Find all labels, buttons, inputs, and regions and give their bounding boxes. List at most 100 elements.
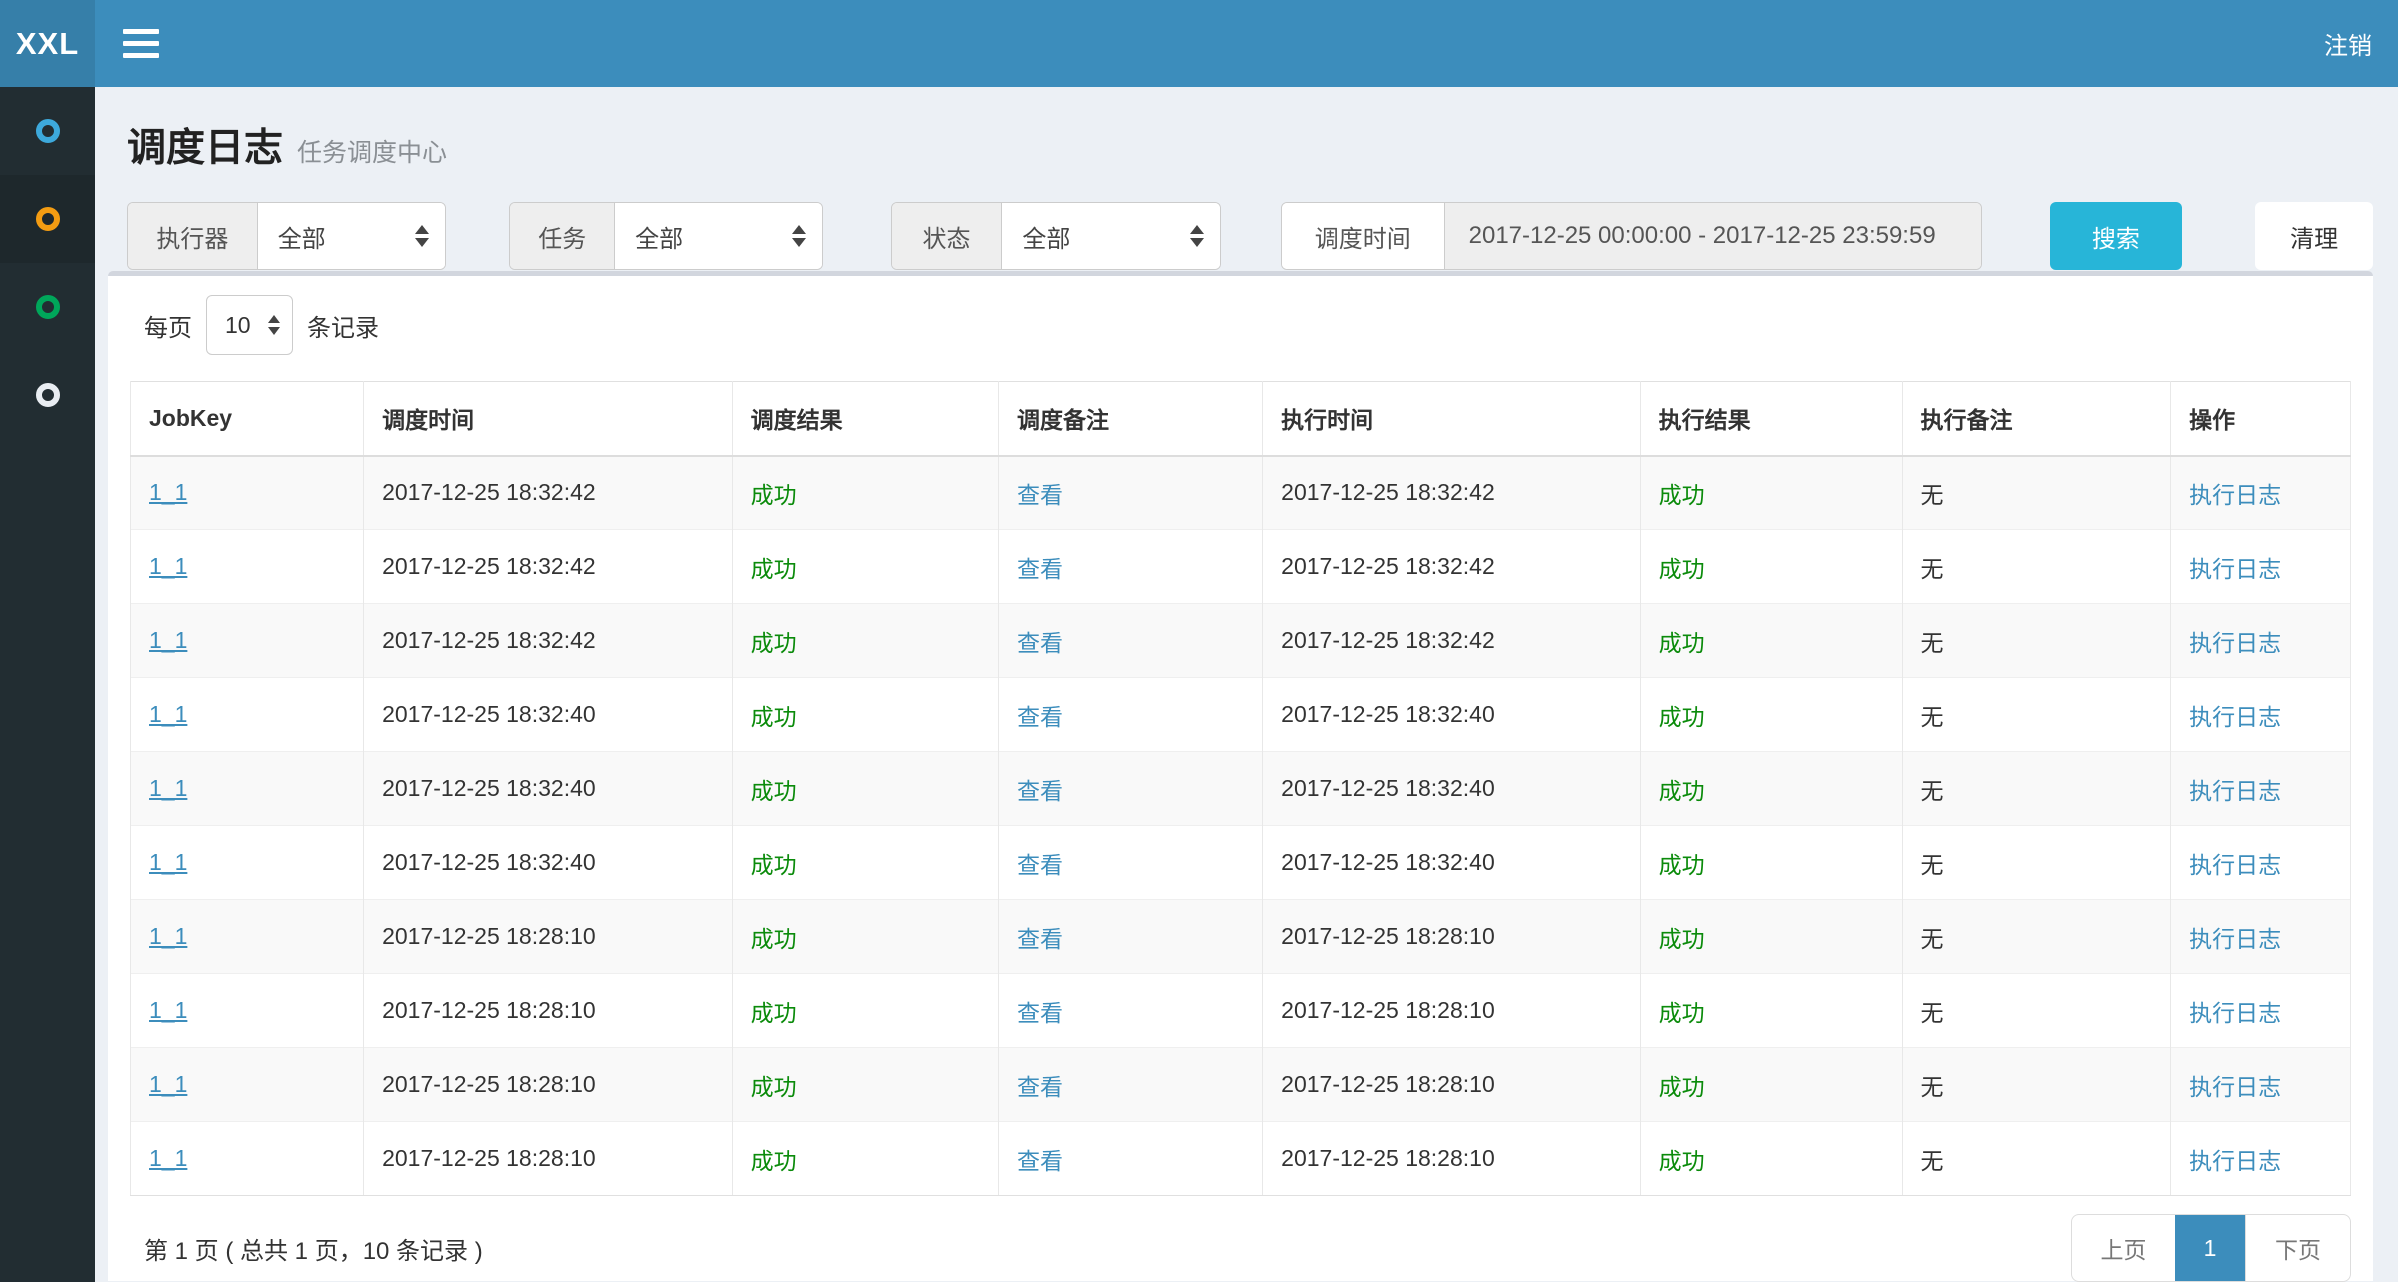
view-trigger-msg-link[interactable]: 查看	[1017, 926, 1063, 952]
execute-log-link[interactable]: 执行日志	[2189, 778, 2281, 804]
jobkey-link[interactable]: 1_1	[149, 923, 187, 949]
table-row: 1_12017-12-25 18:32:42成功查看2017-12-25 18:…	[131, 530, 2351, 604]
executor-select-value: 全部	[278, 219, 326, 254]
sidebar-item-menu-item-3[interactable]	[0, 263, 95, 351]
trigger-time: 2017-12-25 18:32:40	[382, 775, 596, 801]
handle-result: 成功	[1659, 1000, 1705, 1026]
trigger-time: 2017-12-25 18:32:42	[382, 553, 596, 579]
table-row: 1_12017-12-25 18:28:10成功查看2017-12-25 18:…	[131, 1122, 2351, 1196]
job-filter-label: 任务	[510, 203, 615, 269]
handle-time: 2017-12-25 18:32:40	[1281, 775, 1495, 801]
jobkey-link[interactable]: 1_1	[149, 997, 187, 1023]
current-page-button[interactable]: 1	[2175, 1215, 2245, 1281]
sidebar-toggle-button[interactable]	[113, 15, 171, 73]
table-footer: 第 1 页 ( 总共 1 页，10 条记录 ) 上页 1 下页	[130, 1214, 2351, 1282]
handle-msg: 无	[1921, 630, 1944, 656]
sidebar-item-menu-item-4[interactable]	[0, 351, 95, 439]
search-button[interactable]: 搜索	[2050, 202, 2183, 270]
table-row: 1_12017-12-25 18:32:42成功查看2017-12-25 18:…	[131, 456, 2351, 530]
sidebar	[0, 87, 95, 1282]
handle-msg: 无	[1921, 1000, 1944, 1026]
view-trigger-msg-link[interactable]: 查看	[1017, 482, 1063, 508]
executor-filter-group: 执行器 全部	[127, 202, 446, 270]
view-trigger-msg-link[interactable]: 查看	[1017, 852, 1063, 878]
jobkey-link[interactable]: 1_1	[149, 701, 187, 727]
view-trigger-msg-link[interactable]: 查看	[1017, 556, 1063, 582]
clear-log-button[interactable]: 清理	[2255, 202, 2373, 270]
executor-select[interactable]: 全部	[258, 203, 446, 269]
view-trigger-msg-link[interactable]: 查看	[1017, 778, 1063, 804]
jobkey-link[interactable]: 1_1	[149, 553, 187, 579]
trigger-result: 成功	[751, 704, 797, 730]
page-size-select[interactable]: 10	[206, 295, 293, 355]
menu-circle-icon	[36, 295, 60, 319]
handle-time: 2017-12-25 18:28:10	[1281, 997, 1495, 1023]
view-trigger-msg-link[interactable]: 查看	[1017, 1074, 1063, 1100]
hamburger-icon	[123, 29, 159, 34]
job-select-value: 全部	[635, 219, 683, 254]
trigger-result: 成功	[751, 1074, 797, 1100]
execute-log-link[interactable]: 执行日志	[2189, 926, 2281, 952]
handle-msg: 无	[1921, 704, 1944, 730]
trigger-result: 成功	[751, 778, 797, 804]
page-header: 调度日志 任务调度中心	[127, 117, 2373, 173]
trigger-time-range-value: 2017-12-25 00:00:00 - 2017-12-25 23:59:5…	[1469, 222, 1936, 250]
handle-result: 成功	[1659, 926, 1705, 952]
handle-time: 2017-12-25 18:32:40	[1281, 849, 1495, 875]
menu-circle-icon	[36, 207, 60, 231]
jobkey-link[interactable]: 1_1	[149, 775, 187, 801]
select-arrows-icon	[268, 315, 280, 335]
handle-result: 成功	[1659, 704, 1705, 730]
log-panel: 每页 10 条记录 JobKey调度时间调度结果调度备注执行时间执行结果执行备注…	[108, 271, 2373, 1281]
prev-page-button[interactable]: 上页	[2072, 1215, 2175, 1281]
job-filter-group: 任务 全部	[509, 202, 822, 270]
execute-log-link[interactable]: 执行日志	[2189, 704, 2281, 730]
jobkey-link[interactable]: 1_1	[149, 849, 187, 875]
execute-log-link[interactable]: 执行日志	[2189, 1000, 2281, 1026]
trigger-result: 成功	[751, 1000, 797, 1026]
menu-circle-icon	[36, 383, 60, 407]
app-logo[interactable]: XXL	[0, 0, 95, 87]
execute-log-link[interactable]: 执行日志	[2189, 1148, 2281, 1174]
column-header: 执行备注	[1902, 382, 2171, 456]
page-title: 调度日志	[127, 117, 283, 173]
jobkey-link[interactable]: 1_1	[149, 1071, 187, 1097]
trigger-result: 成功	[751, 630, 797, 656]
handle-time: 2017-12-25 18:32:42	[1281, 627, 1495, 653]
page-size-prefix-label: 每页	[144, 308, 192, 343]
handle-time: 2017-12-25 18:32:40	[1281, 701, 1495, 727]
select-arrows-icon	[1190, 225, 1204, 247]
handle-result: 成功	[1659, 1148, 1705, 1174]
execute-log-link[interactable]: 执行日志	[2189, 630, 2281, 656]
handle-msg: 无	[1921, 1148, 1944, 1174]
handle-result: 成功	[1659, 852, 1705, 878]
job-select[interactable]: 全部	[615, 203, 822, 269]
view-trigger-msg-link[interactable]: 查看	[1017, 1148, 1063, 1174]
view-trigger-msg-link[interactable]: 查看	[1017, 1000, 1063, 1026]
execute-log-link[interactable]: 执行日志	[2189, 556, 2281, 582]
execute-log-link[interactable]: 执行日志	[2189, 1074, 2281, 1100]
sidebar-item-menu-item-1[interactable]	[0, 87, 95, 175]
next-page-button[interactable]: 下页	[2245, 1215, 2350, 1281]
jobkey-link[interactable]: 1_1	[149, 1145, 187, 1171]
execute-log-link[interactable]: 执行日志	[2189, 482, 2281, 508]
table-row: 1_1 2017-12-25 18:32:40 成功 查看 2017-12-25 18:…	[131, 752, 2351, 826]
logout-link[interactable]: 注销	[2322, 20, 2374, 67]
status-select-value: 全部	[1022, 219, 1070, 254]
page-size-suffix-label: 条记录	[307, 308, 379, 343]
view-trigger-msg-link[interactable]: 查看	[1017, 630, 1063, 656]
sidebar-item-menu-item-2[interactable]	[0, 175, 95, 263]
column-header: 调度结果	[732, 382, 998, 456]
handle-result: 成功	[1659, 1074, 1705, 1100]
handle-msg: 无	[1921, 778, 1944, 804]
view-trigger-msg-link[interactable]: 查看	[1017, 704, 1063, 730]
execute-log-link[interactable]: 执行日志	[2189, 852, 2281, 878]
jobkey-link[interactable]: 1_1	[149, 627, 187, 653]
trigger-time: 2017-12-25 18:32:42	[382, 627, 596, 653]
jobkey-link[interactable]: 1_1	[149, 479, 187, 505]
trigger-time-range-input[interactable]: 2017-12-25 00:00:00 - 2017-12-25 23:59:5…	[1445, 203, 1981, 269]
page-size-control: 每页 10 条记录	[144, 295, 2351, 355]
status-select[interactable]: 全部	[1002, 203, 1220, 269]
status-filter-group: 状态 全部	[891, 202, 1221, 270]
status-filter-label: 状态	[892, 203, 1003, 269]
